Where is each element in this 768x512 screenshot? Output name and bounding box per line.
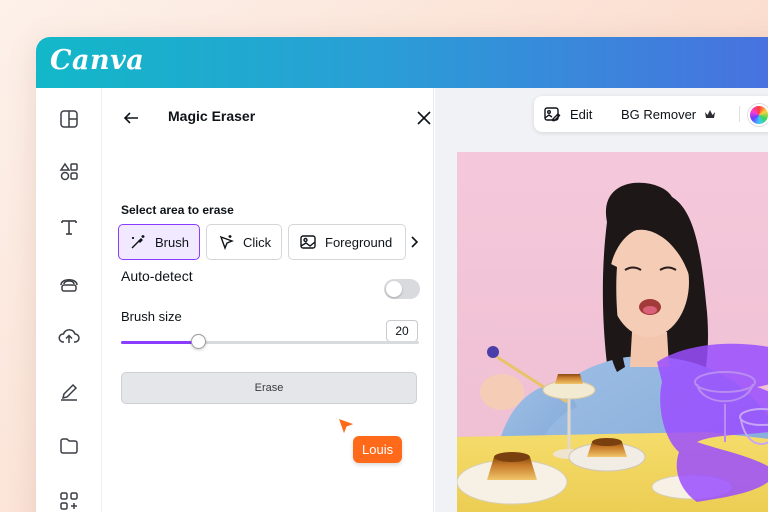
color-picker-icon[interactable] [748,104,768,126]
edit-image-button[interactable]: Edit [543,96,592,132]
collaborator-name-tag: Louis [353,436,403,463]
magic-brush-icon [131,235,145,249]
slider-thumb[interactable] [191,334,207,349]
uploads-icon[interactable] [58,325,80,347]
brush-mode-button[interactable]: Brush [118,224,200,260]
image-toolbar: Edit BG Remover [534,96,768,132]
draw-icon[interactable] [58,380,80,402]
auto-detect-label: Auto-detect [121,268,193,284]
side-rail [36,88,102,512]
editor-window: Canva Magic Eraser Select area to erase … [36,37,768,512]
foreground-image-icon [300,235,316,249]
foreground-mode-button[interactable]: Foreground [288,224,406,260]
brush-size-input[interactable]: 20 [386,320,418,342]
edit-image-icon [544,107,561,122]
layout-icon[interactable] [58,108,80,130]
back-arrow-icon[interactable] [122,109,140,127]
projects-icon[interactable] [58,435,80,457]
chevron-right-icon[interactable] [408,234,420,250]
brush-mode-label: Brush [155,234,189,250]
click-mode-label: Click [243,234,272,250]
elements-icon[interactable] [58,161,80,183]
select-area-label: Select area to erase [121,203,234,217]
bg-remover-label: BG Remover [621,106,697,122]
photo-canvas[interactable] [457,152,768,512]
canva-logo[interactable]: Canva [50,45,144,76]
toolbar-separator [739,106,740,122]
auto-detect-toggle[interactable] [384,279,420,299]
erase-button[interactable]: Erase [121,372,417,404]
magic-click-icon [219,235,234,250]
magic-eraser-panel: Magic Eraser Select area to erase Brush … [102,88,434,512]
collaborator-cursor-icon [337,417,357,437]
woman-eating-flan-photo [457,152,768,512]
brush-size-label: Brush size [121,309,182,324]
foreground-mode-label: Foreground [325,234,393,250]
brush-size-slider[interactable] [121,334,419,349]
top-bar: Canva [36,37,768,88]
slider-fill [121,341,199,344]
close-icon[interactable] [416,110,432,126]
click-mode-button[interactable]: Click [206,224,282,260]
panel-header: Magic Eraser [122,106,431,130]
panel-title: Magic Eraser [168,108,256,124]
crown-icon [705,110,716,118]
bg-remover-button[interactable]: BG Remover [621,96,716,132]
canvas-area: Edit BG Remover [435,88,768,512]
apps-icon[interactable] [58,490,80,512]
text-icon[interactable] [58,216,80,238]
edit-label: Edit [570,106,593,122]
brand-icon[interactable] [58,271,80,293]
